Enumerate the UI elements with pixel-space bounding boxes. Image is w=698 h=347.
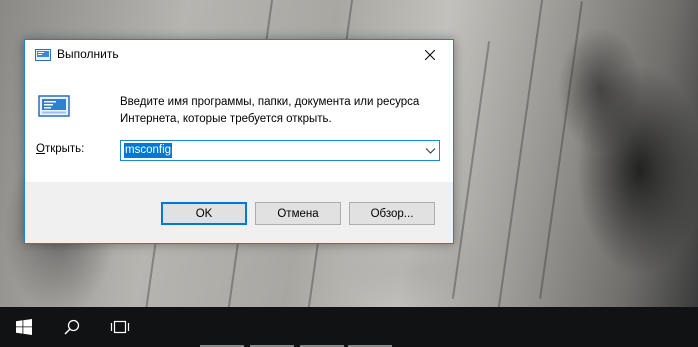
- close-button[interactable]: [407, 40, 453, 70]
- chevron-down-icon[interactable]: [425, 145, 436, 156]
- task-view-icon: [110, 320, 130, 334]
- title-bar[interactable]: Выполнить: [25, 40, 453, 70]
- search-button[interactable]: [48, 307, 96, 347]
- close-icon: [425, 50, 435, 60]
- start-button[interactable]: [0, 307, 48, 347]
- open-label-accesskey: О: [36, 143, 45, 155]
- ok-button[interactable]: OK: [161, 202, 247, 225]
- taskbar: [0, 307, 698, 347]
- windows-start-icon: [16, 319, 32, 335]
- dialog-content: Введите имя программы, папки, документа …: [25, 70, 453, 182]
- run-app-icon: [35, 49, 51, 61]
- task-view-button[interactable]: [96, 307, 144, 347]
- dialog-description: Введите имя программы, папки, документа …: [120, 96, 420, 125]
- open-input-value[interactable]: msconfig: [124, 143, 173, 158]
- search-icon: [64, 319, 80, 335]
- cancel-button[interactable]: Отмена: [255, 202, 341, 225]
- open-label-text: ткрыть:: [44, 143, 85, 155]
- run-dialog: Выполнить Введите имя программы, папки, …: [24, 39, 454, 244]
- browse-button[interactable]: Обзор...: [349, 202, 435, 225]
- run-program-icon: [38, 95, 70, 117]
- dialog-title: Выполнить: [57, 47, 119, 61]
- open-combobox[interactable]: msconfig: [120, 140, 440, 161]
- open-label: Открыть:: [36, 143, 84, 155]
